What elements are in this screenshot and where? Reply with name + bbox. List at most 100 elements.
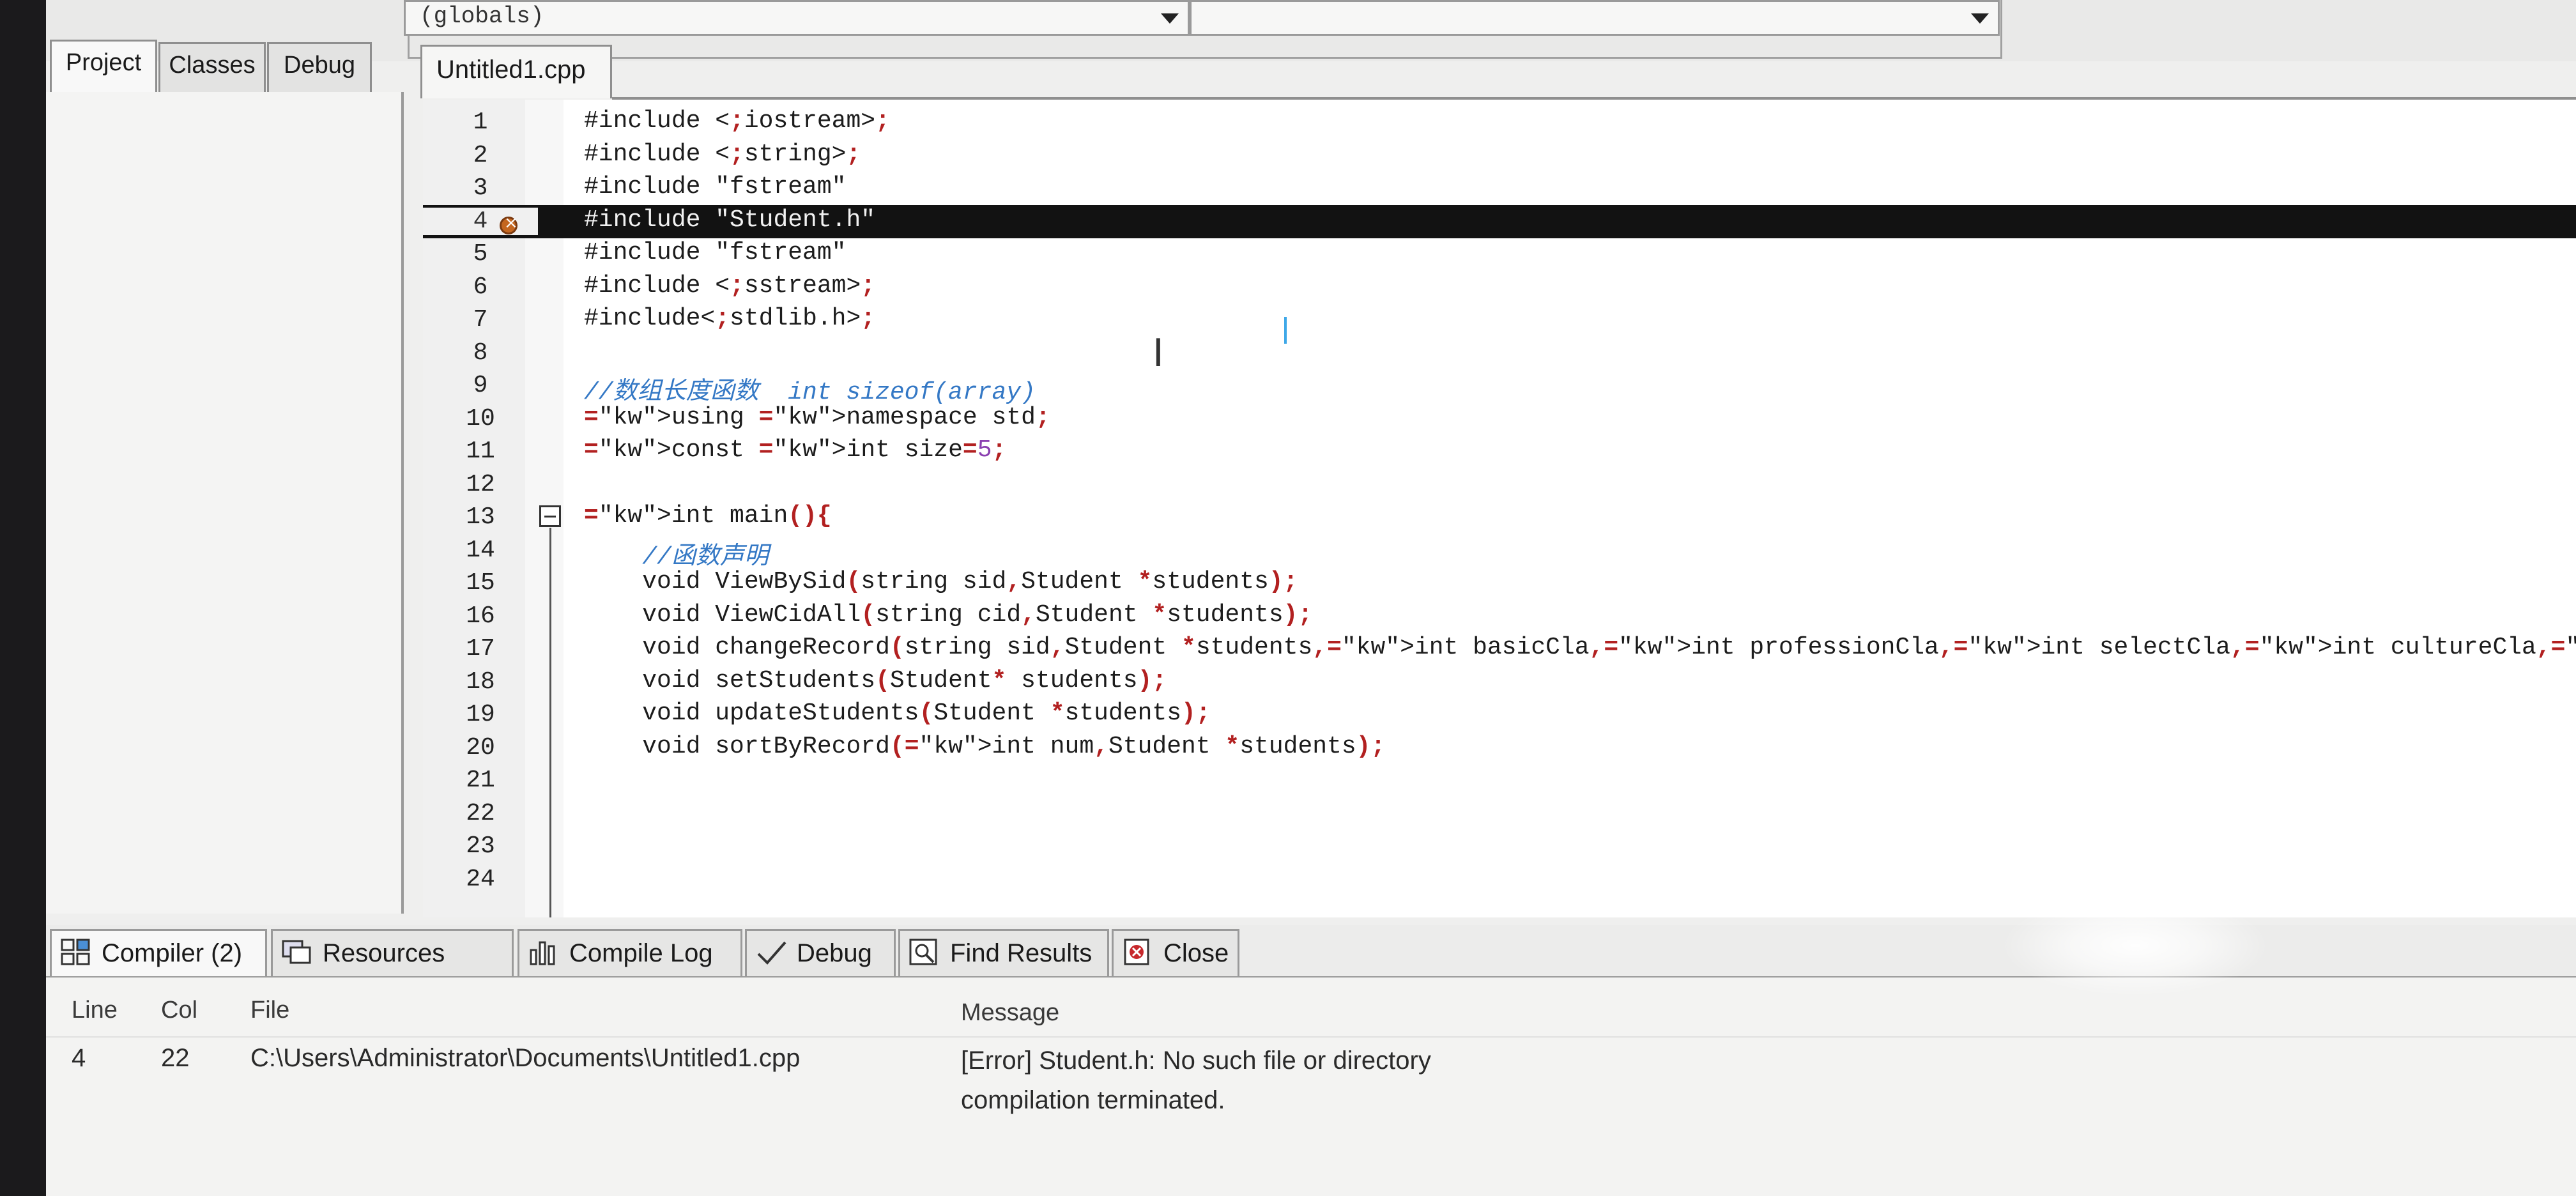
code-line[interactable]: 11 ="kw">const ="kw">int size=5;	[423, 435, 2576, 468]
screen-glare	[2001, 894, 2269, 997]
chevron-down-icon	[1971, 13, 1989, 24]
text-caret	[1284, 317, 1287, 344]
code-text: void ViewCidAll(string cid,Student *stud…	[584, 601, 1313, 629]
tab-find-results[interactable]: Find Results	[898, 929, 1109, 976]
line-number: 6	[473, 273, 488, 301]
code-line[interactable]: 14 //函数声明	[423, 534, 2576, 571]
fold-guide	[549, 528, 551, 917]
line-number: 20	[466, 733, 495, 762]
symbol-dropdown[interactable]	[1190, 0, 2000, 36]
line-number: 11	[466, 438, 495, 465]
header-col: Col	[161, 997, 198, 1023]
tab-project[interactable]: Project	[50, 40, 157, 95]
code-text: #include <;iostream>;	[584, 107, 890, 135]
code-line[interactable]: 3 #include "fstream"	[423, 172, 2576, 205]
line-number: 1	[473, 109, 488, 136]
line-number: 2	[473, 141, 488, 169]
line-number: 13	[466, 503, 495, 531]
tab-label: Debug	[284, 52, 355, 79]
code-line[interactable]: 13 ="kw">int main(){	[423, 501, 2576, 534]
code-line[interactable]: 12	[423, 468, 2576, 502]
resources-icon	[282, 939, 314, 967]
code-text: #include "fstream"	[584, 173, 847, 201]
error-marker-icon	[500, 213, 518, 234]
code-text: ="kw">using ="kw">namespace std;	[584, 403, 1050, 431]
code-line[interactable]: 19 void updateStudents(Student *students…	[423, 698, 2576, 732]
check-icon	[756, 939, 788, 967]
header-message: Message	[961, 999, 1060, 1026]
code-line[interactable]: 8	[423, 337, 2576, 370]
row-message: compilation terminated.	[961, 1086, 1225, 1114]
ibeam-cursor-icon: I	[1153, 331, 1164, 376]
line-number: 21	[466, 767, 495, 794]
line-number: 10	[466, 404, 495, 433]
scope-dropdown[interactable]: (globals)	[404, 0, 1190, 36]
line-number: 5	[473, 240, 488, 268]
tab-label: Debug	[797, 939, 872, 967]
tab-label: Close	[1163, 939, 1229, 967]
code-line[interactable]: 22	[423, 797, 2576, 831]
line-number: 12	[466, 470, 495, 498]
code-line[interactable]: 9 //数组长度函数 int sizeof(array)	[423, 369, 2576, 406]
code-line[interactable]: 23	[423, 830, 2576, 863]
project-panel[interactable]	[46, 92, 404, 914]
row-line: 4	[72, 1044, 86, 1072]
scope-dropdown-value: (globals)	[420, 3, 544, 29]
tab-close[interactable]: Close	[1112, 929, 1239, 976]
line-number: 9	[473, 372, 488, 399]
code-line[interactable]: 24	[423, 863, 2576, 896]
tab-resources[interactable]: Resources	[271, 929, 514, 976]
header-file: File	[250, 997, 290, 1023]
tab-debug-output[interactable]: Debug	[745, 929, 896, 976]
code-line[interactable]: 18 void setStudents(Student* students);	[423, 666, 2576, 699]
code-line[interactable]: 15 void ViewBySid(string sid,Student *st…	[423, 567, 2576, 600]
code-text: void ViewBySid(string sid,Student *stude…	[584, 568, 1298, 595]
tab-compile-log[interactable]: Compile Log	[518, 929, 742, 976]
code-text: #include "Student.h"	[584, 206, 876, 234]
header-divider	[46, 1036, 2576, 1038]
code-text: //数组长度函数 int sizeof(array)	[584, 379, 1036, 406]
code-text: //函数声明	[584, 543, 769, 571]
tab-label: Compiler (2)	[102, 939, 243, 967]
code-text: #include <;sstream>;	[584, 272, 876, 300]
line-number: 15	[466, 569, 495, 597]
code-text: void changeRecord(string sid,Student *st…	[584, 634, 2576, 661]
tab-debug[interactable]: Debug	[267, 42, 372, 93]
fold-collapse-icon[interactable]	[539, 505, 561, 527]
tab-label: Compile Log	[569, 939, 713, 967]
line-number: 22	[466, 799, 495, 827]
tab-label: Project	[65, 49, 142, 76]
tab-untitled1-cpp[interactable]: Untitled1.cpp	[420, 45, 612, 98]
tab-classes[interactable]: Classes	[158, 42, 266, 93]
code-text: #include "fstream"	[584, 239, 847, 266]
code-text: ="kw">int main(){	[584, 502, 832, 530]
code-line[interactable]: 21	[423, 764, 2576, 797]
grid-icon	[61, 939, 93, 967]
code-line[interactable]: 1 #include <;iostream>;	[423, 106, 2576, 139]
code-line[interactable]: 10 ="kw">using ="kw">namespace std;	[423, 402, 2576, 436]
code-editor[interactable]: 1 #include <;iostream>; 2 #include <;string…	[423, 100, 2576, 917]
code-line[interactable]: 17 void changeRecord(string sid,Student …	[423, 632, 2576, 666]
tab-compiler[interactable]: Compiler (2)	[50, 929, 267, 976]
code-line[interactable]: 4 #include "Student.h"	[423, 204, 2576, 238]
tab-label: Resources	[323, 939, 445, 967]
code-line[interactable]: 16 void ViewCidAll(string cid,Student *s…	[423, 600, 2576, 633]
code-line[interactable]: 20 void sortByRecord(="kw">int num,Stude…	[423, 732, 2576, 765]
code-text: void setStudents(Student* students);	[584, 666, 1167, 694]
code-text: void updateStudents(Student *students);	[584, 700, 1211, 727]
code-line[interactable]: 5 #include "fstream"	[423, 238, 2576, 271]
row-file: C:\Users\Administrator\Documents\Untitle…	[250, 1044, 801, 1072]
close-icon	[1123, 939, 1154, 967]
code-line[interactable]: 2 #include <;string>;	[423, 139, 2576, 172]
code-line[interactable]: 7 #include<;stdlib.h>;	[423, 303, 2576, 337]
compiler-messages[interactable]: Line Col File Message 4 22 C:\Users\Admi…	[46, 977, 2576, 1196]
row-col: 22	[161, 1044, 190, 1072]
line-number: 4	[423, 207, 538, 235]
line-number: 23	[466, 832, 495, 860]
line-number: 17	[466, 635, 495, 663]
code-line[interactable]: 6 #include <;sstream>;	[423, 271, 2576, 304]
bar-chart-icon	[528, 939, 560, 967]
line-number: 16	[466, 602, 495, 630]
line-number: 18	[466, 668, 495, 696]
tab-label: Classes	[169, 52, 256, 79]
